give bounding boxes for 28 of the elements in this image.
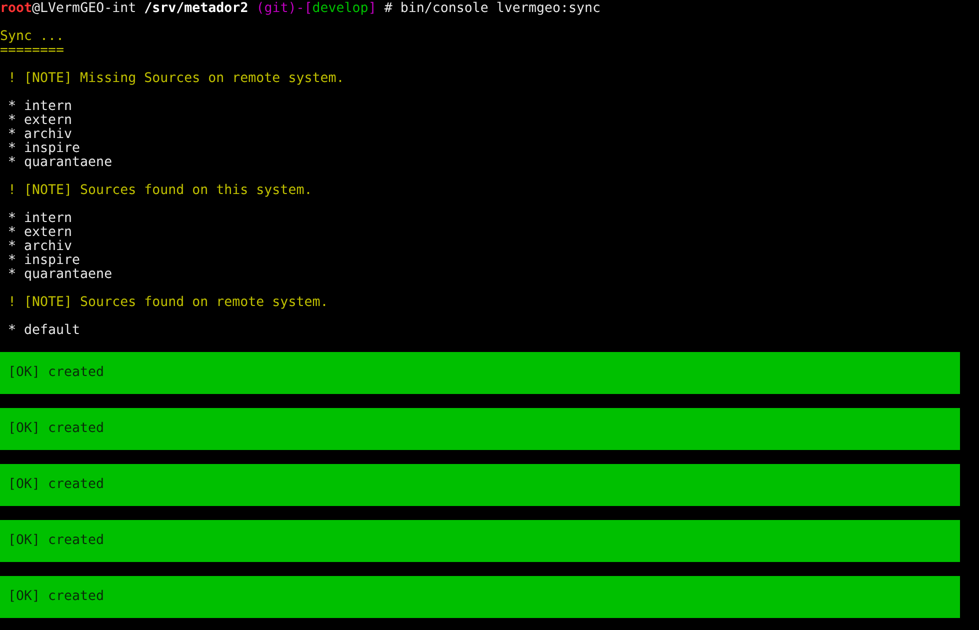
list-item: * quarantaene <box>8 268 112 282</box>
list-item: * quarantaene <box>8 156 112 170</box>
list-item: * extern <box>8 226 72 240</box>
section-title: Sync ... <box>0 30 64 44</box>
list-item: * intern <box>8 212 72 226</box>
list-item: * archiv <box>8 240 72 254</box>
note-line: ! [NOTE] Missing Sources on remote system. <box>8 72 344 86</box>
list-item: * extern <box>8 114 72 128</box>
status-text: [OK] created <box>8 478 104 492</box>
status-text: [OK] created <box>8 366 104 380</box>
prompt-host: @LVermGEO-int <box>32 1 136 16</box>
prompt-vcs: (git)-[ <box>256 1 312 16</box>
prompt-vcs: ] <box>368 1 376 16</box>
prompt-branch: develop <box>312 1 368 16</box>
prompt-user: root <box>0 1 32 16</box>
status-text: [OK] created <box>8 590 104 604</box>
note-line: ! [NOTE] Sources found on remote system. <box>8 296 328 310</box>
list-item: * inspire <box>8 142 80 156</box>
list-item: * default <box>8 324 80 338</box>
list-item: * inspire <box>8 254 80 268</box>
title-underline: ======== <box>0 44 64 58</box>
note-line: ! [NOTE] Sources found on this system. <box>8 184 312 198</box>
prompt-path: /srv/metador2 <box>144 1 248 16</box>
list-item: * intern <box>8 100 72 114</box>
status-text: [OK] created <box>8 422 104 436</box>
status-text: [OK] created <box>8 534 104 548</box>
list-item: * archiv <box>8 128 72 142</box>
command-text: # bin/console lvermgeo:sync <box>384 1 600 16</box>
